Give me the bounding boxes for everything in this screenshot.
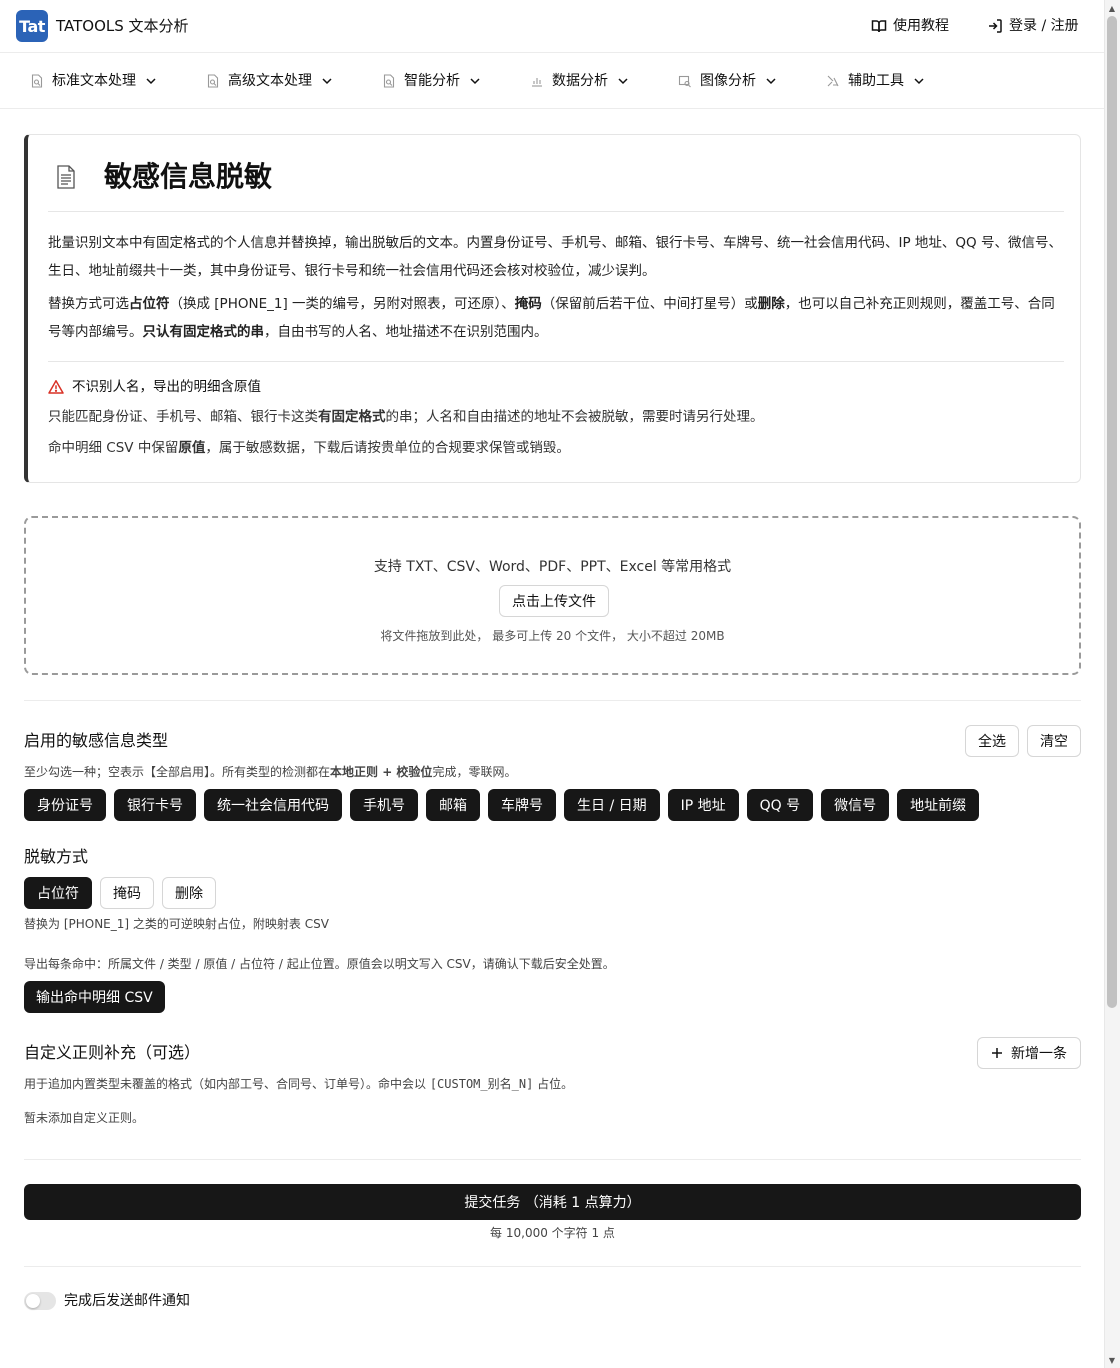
warning-note-1: 只能匹配身份证、手机号、邮箱、银行卡这类有固定格式的串；人名和自由描述的地址不会… <box>48 409 764 425</box>
nav-label: 高级文本处理 <box>228 73 312 89</box>
bar-chart-icon <box>532 78 542 87</box>
chevron-down-icon <box>618 78 628 85</box>
select-all-button[interactable]: 全选 <box>965 725 1019 757</box>
nav-label: 辅助工具 <box>848 73 904 89</box>
mode-delete[interactable]: 删除 <box>162 877 216 909</box>
upload-button[interactable]: 点击上传文件 <box>499 585 609 617</box>
document-icon <box>57 165 75 189</box>
scrollbar-thumb[interactable] <box>1107 16 1117 1008</box>
divider <box>24 1266 1081 1267</box>
warning-icon <box>48 380 64 394</box>
chevron-down-icon <box>322 78 332 85</box>
chevron-down-icon <box>914 78 924 85</box>
types-section-title: 启用的敏感信息类型 <box>24 731 169 750</box>
custom-empty-state: 暂未添加自定义正则。 <box>24 1111 145 1125</box>
nav-tools[interactable]: 辅助工具 <box>826 70 926 92</box>
upload-hint: 将文件拖放到此处， 最多可上传 20 个文件， 大小不超过 20MB <box>380 629 725 643</box>
chip-qq[interactable]: QQ 号 <box>746 789 814 821</box>
email-notify-label: 完成后发送邮件通知 <box>64 1293 190 1309</box>
nav-advanced-text[interactable]: 高级文本处理 <box>206 70 334 92</box>
divider <box>24 700 1081 701</box>
file-dropzone[interactable]: 支持 TXT、CSV、Word、PDF、PPT、Excel 等常用格式 点击上传… <box>24 516 1081 675</box>
nav-standard-text[interactable]: 标准文本处理 <box>30 70 158 92</box>
mode-mask[interactable]: 掩码 <box>100 877 154 909</box>
plus-icon <box>992 1048 1002 1058</box>
scroll-up-icon[interactable]: ▲ <box>1106 2 1118 14</box>
tutorial-link[interactable]: 使用教程 <box>871 16 949 36</box>
image-search-icon <box>678 75 691 88</box>
nav-data-analysis[interactable]: 数据分析 <box>530 70 630 92</box>
document-search-icon <box>31 74 43 88</box>
chip-ip[interactable]: IP 地址 <box>667 789 739 821</box>
types-help: 至少勾选一种；空表示【全部启用】。所有类型的检测都在本地正则 + 校验位完成，零… <box>24 765 517 779</box>
logo[interactable]: Tat <box>16 10 48 42</box>
chevron-down-icon <box>766 78 776 85</box>
nav-bar: 标准文本处理 高级文本处理 智能分析 数据分析 图像分析 辅助工具 <box>0 54 1104 109</box>
custom-help: 用于追加内置类型未覆盖的格式（如内部工号、合同号、订单号）。命中会以 [CUST… <box>24 1077 574 1091</box>
divider <box>24 1159 1081 1160</box>
custom-section-title: 自定义正则补充（可选） <box>24 1043 201 1062</box>
login-link[interactable]: 登录 / 注册 <box>987 16 1079 36</box>
mode-placeholder[interactable]: 占位符 <box>24 877 92 909</box>
submit-button[interactable]: 提交任务 （消耗 1 点算力） <box>24 1184 1081 1220</box>
add-rule-button[interactable]: 新增一条 <box>977 1037 1081 1069</box>
divider <box>48 361 1064 362</box>
tool-info-card: 敏感信息脱敏 批量识别文本中有固定格式的个人信息并替换掉，输出脱敏后的文本。内置… <box>24 134 1081 483</box>
warning-note-2: 命中明细 CSV 中保留原值，属于敏感数据，下载后请按贵单位的合规要求保管或销毁… <box>48 440 570 456</box>
nav-label: 标准文本处理 <box>52 73 136 89</box>
type-chips: 身份证号 银行卡号 统一社会信用代码 手机号 邮箱 车牌号 生日 / 日期 IP… <box>24 789 980 821</box>
add-rule-label: 新增一条 <box>1011 1046 1067 1062</box>
email-notify-toggle[interactable] <box>24 1292 56 1310</box>
chevron-down-icon <box>470 78 480 85</box>
brand-name[interactable]: TATOOLS 文本分析 <box>56 16 189 36</box>
chevron-down-icon <box>146 78 156 85</box>
chip-address[interactable]: 地址前缀 <box>897 789 980 821</box>
top-bar: Tat TATOOLS 文本分析 使用教程 登录 / 注册 <box>0 0 1104 53</box>
nav-label: 图像分析 <box>700 73 756 89</box>
chip-wechat[interactable]: 微信号 <box>821 789 890 821</box>
nav-image-analysis[interactable]: 图像分析 <box>678 70 778 92</box>
chip-email[interactable]: 邮箱 <box>426 789 480 821</box>
export-help: 导出每条命中：所属文件 / 类型 / 原值 / 占位符 / 起止位置。原值会以明… <box>24 957 615 971</box>
divider <box>48 211 1064 212</box>
chip-plate[interactable]: 车牌号 <box>488 789 556 821</box>
chip-credit-code[interactable]: 统一社会信用代码 <box>204 789 342 821</box>
nav-label: 数据分析 <box>552 73 608 89</box>
book-icon <box>871 20 887 33</box>
export-csv-button[interactable]: 输出命中明细 CSV <box>24 981 165 1013</box>
nav-label: 智能分析 <box>404 73 460 89</box>
toggle-knob <box>26 1294 40 1308</box>
chip-bank-card[interactable]: 银行卡号 <box>114 789 196 821</box>
warning-title: 不识别人名，导出的明细含原值 <box>48 377 261 397</box>
scroll-down-icon[interactable]: ▼ <box>1106 1354 1118 1366</box>
page-title: 敏感信息脱敏 <box>104 160 273 193</box>
mode-help: 替换为 [PHONE_1] 之类的可逆映射占位，附映射表 CSV <box>24 917 329 931</box>
clear-button[interactable]: 清空 <box>1027 725 1081 757</box>
mode-section-title: 脱敏方式 <box>24 847 89 866</box>
chip-birthday[interactable]: 生日 / 日期 <box>564 789 660 821</box>
document-search-icon <box>207 74 219 88</box>
tools-icon <box>827 75 839 87</box>
nav-smart-analysis[interactable]: 智能分析 <box>382 70 482 92</box>
replacement-paragraph: 替换方式可选占位符（换成 [PHONE_1] 一类的编号，另附对照表，可还原）、… <box>48 296 1055 340</box>
cost-note: 每 10,000 个字符 1 点 <box>490 1226 615 1240</box>
login-label: 登录 / 注册 <box>1009 18 1079 34</box>
supported-formats: 支持 TXT、CSV、Word、PDF、PPT、Excel 等常用格式 <box>373 559 732 575</box>
document-search-icon <box>383 74 395 88</box>
chip-phone[interactable]: 手机号 <box>350 789 418 821</box>
tutorial-label: 使用教程 <box>893 18 949 34</box>
mode-options: 占位符 掩码 删除 <box>24 877 216 909</box>
chip-id-card[interactable]: 身份证号 <box>24 789 106 821</box>
login-icon <box>989 19 1002 33</box>
description-paragraph: 批量识别文本中有固定格式的个人信息并替换掉，输出脱敏后的文本。内置身份证号、手机… <box>48 235 1062 279</box>
